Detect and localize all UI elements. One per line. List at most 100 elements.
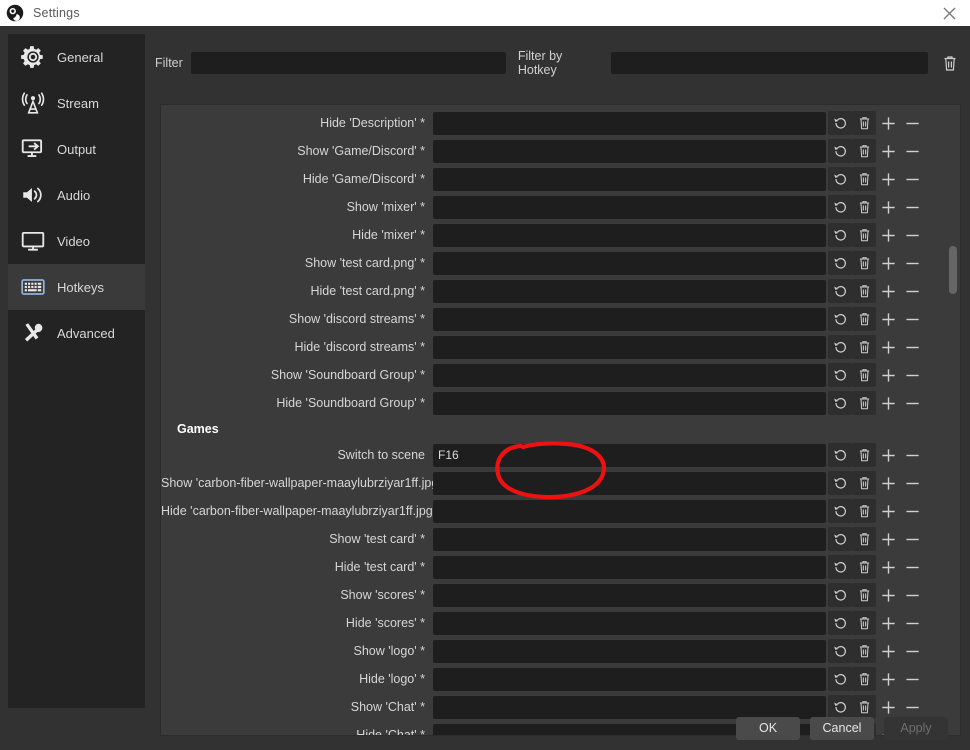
hotkey-binding-input[interactable]	[433, 639, 826, 663]
plus-icon[interactable]	[876, 527, 900, 551]
trash-icon[interactable]	[852, 195, 876, 219]
minus-icon[interactable]	[900, 443, 924, 467]
trash-icon[interactable]	[852, 335, 876, 359]
hotkey-binding-input[interactable]	[433, 335, 826, 359]
scrollbar-thumb[interactable]	[949, 246, 957, 294]
sidebar-item-stream[interactable]: Stream	[8, 80, 145, 126]
sidebar-item-audio[interactable]: Audio	[8, 172, 145, 218]
minus-icon[interactable]	[900, 363, 924, 387]
revert-icon[interactable]	[828, 139, 852, 163]
sidebar-item-advanced[interactable]: Advanced	[8, 310, 145, 356]
revert-icon[interactable]	[828, 111, 852, 135]
plus-icon[interactable]	[876, 639, 900, 663]
minus-icon[interactable]	[900, 307, 924, 331]
sidebar-item-video[interactable]: Video	[8, 218, 145, 264]
apply-button[interactable]: Apply	[884, 716, 948, 740]
hotkey-filter-input[interactable]	[611, 51, 929, 74]
plus-icon[interactable]	[876, 195, 900, 219]
plus-icon[interactable]	[876, 251, 900, 275]
minus-icon[interactable]	[900, 639, 924, 663]
revert-icon[interactable]	[828, 335, 852, 359]
hotkey-binding-input[interactable]	[433, 139, 826, 163]
revert-icon[interactable]	[828, 195, 852, 219]
trash-icon[interactable]	[852, 583, 876, 607]
hotkey-binding-input[interactable]	[433, 611, 826, 635]
minus-icon[interactable]	[900, 667, 924, 691]
hotkey-binding-input[interactable]	[433, 471, 826, 495]
minus-icon[interactable]	[900, 471, 924, 495]
ok-button[interactable]: OK	[736, 716, 800, 740]
minus-icon[interactable]	[900, 223, 924, 247]
plus-icon[interactable]	[876, 611, 900, 635]
trash-icon[interactable]	[852, 363, 876, 387]
hotkey-binding-input[interactable]	[433, 443, 826, 467]
plus-icon[interactable]	[876, 167, 900, 191]
trash-icon[interactable]	[852, 223, 876, 247]
hotkey-binding-input[interactable]	[433, 583, 826, 607]
revert-icon[interactable]	[828, 555, 852, 579]
plus-icon[interactable]	[876, 667, 900, 691]
revert-icon[interactable]	[828, 583, 852, 607]
hotkey-binding-input[interactable]	[433, 363, 826, 387]
sidebar-item-general[interactable]: General	[8, 34, 145, 80]
trash-icon[interactable]	[852, 307, 876, 331]
trash-icon[interactable]	[852, 499, 876, 523]
plus-icon[interactable]	[876, 223, 900, 247]
revert-icon[interactable]	[828, 223, 852, 247]
cancel-button[interactable]: Cancel	[810, 716, 874, 740]
minus-icon[interactable]	[900, 527, 924, 551]
hotkey-binding-input[interactable]	[433, 555, 826, 579]
minus-icon[interactable]	[900, 167, 924, 191]
trash-icon[interactable]	[852, 639, 876, 663]
revert-icon[interactable]	[828, 667, 852, 691]
minus-icon[interactable]	[900, 499, 924, 523]
minus-icon[interactable]	[900, 279, 924, 303]
hotkey-binding-input[interactable]	[433, 223, 826, 247]
plus-icon[interactable]	[876, 279, 900, 303]
hotkey-binding-input[interactable]	[433, 167, 826, 191]
trash-icon[interactable]	[852, 555, 876, 579]
trash-icon[interactable]	[852, 667, 876, 691]
revert-icon[interactable]	[828, 639, 852, 663]
hotkey-binding-input[interactable]	[433, 111, 826, 135]
plus-icon[interactable]	[876, 111, 900, 135]
search-input[interactable]	[190, 51, 506, 74]
revert-icon[interactable]	[828, 251, 852, 275]
scrollbar[interactable]	[946, 106, 959, 735]
hotkey-binding-input[interactable]	[433, 667, 826, 691]
trash-icon[interactable]	[852, 139, 876, 163]
plus-icon[interactable]	[876, 363, 900, 387]
minus-icon[interactable]	[900, 335, 924, 359]
close-icon[interactable]	[928, 0, 970, 26]
minus-icon[interactable]	[900, 139, 924, 163]
hotkey-binding-input[interactable]	[433, 527, 826, 551]
trash-icon[interactable]	[852, 167, 876, 191]
plus-icon[interactable]	[876, 499, 900, 523]
minus-icon[interactable]	[900, 251, 924, 275]
revert-icon[interactable]	[828, 611, 852, 635]
minus-icon[interactable]	[900, 611, 924, 635]
revert-icon[interactable]	[828, 167, 852, 191]
plus-icon[interactable]	[876, 139, 900, 163]
hotkey-binding-input[interactable]	[433, 307, 826, 331]
plus-icon[interactable]	[876, 443, 900, 467]
plus-icon[interactable]	[876, 583, 900, 607]
revert-icon[interactable]	[828, 363, 852, 387]
revert-icon[interactable]	[828, 279, 852, 303]
revert-icon[interactable]	[828, 391, 852, 415]
hotkey-binding-input[interactable]	[433, 195, 826, 219]
plus-icon[interactable]	[876, 555, 900, 579]
plus-icon[interactable]	[876, 307, 900, 331]
plus-icon[interactable]	[876, 391, 900, 415]
sidebar-item-hotkeys[interactable]: Hotkeys	[8, 264, 145, 310]
minus-icon[interactable]	[900, 391, 924, 415]
trash-icon[interactable]	[939, 51, 961, 75]
revert-icon[interactable]	[828, 443, 852, 467]
revert-icon[interactable]	[828, 499, 852, 523]
plus-icon[interactable]	[876, 471, 900, 495]
trash-icon[interactable]	[852, 443, 876, 467]
plus-icon[interactable]	[876, 335, 900, 359]
hotkey-binding-input[interactable]	[433, 251, 826, 275]
trash-icon[interactable]	[852, 391, 876, 415]
trash-icon[interactable]	[852, 527, 876, 551]
